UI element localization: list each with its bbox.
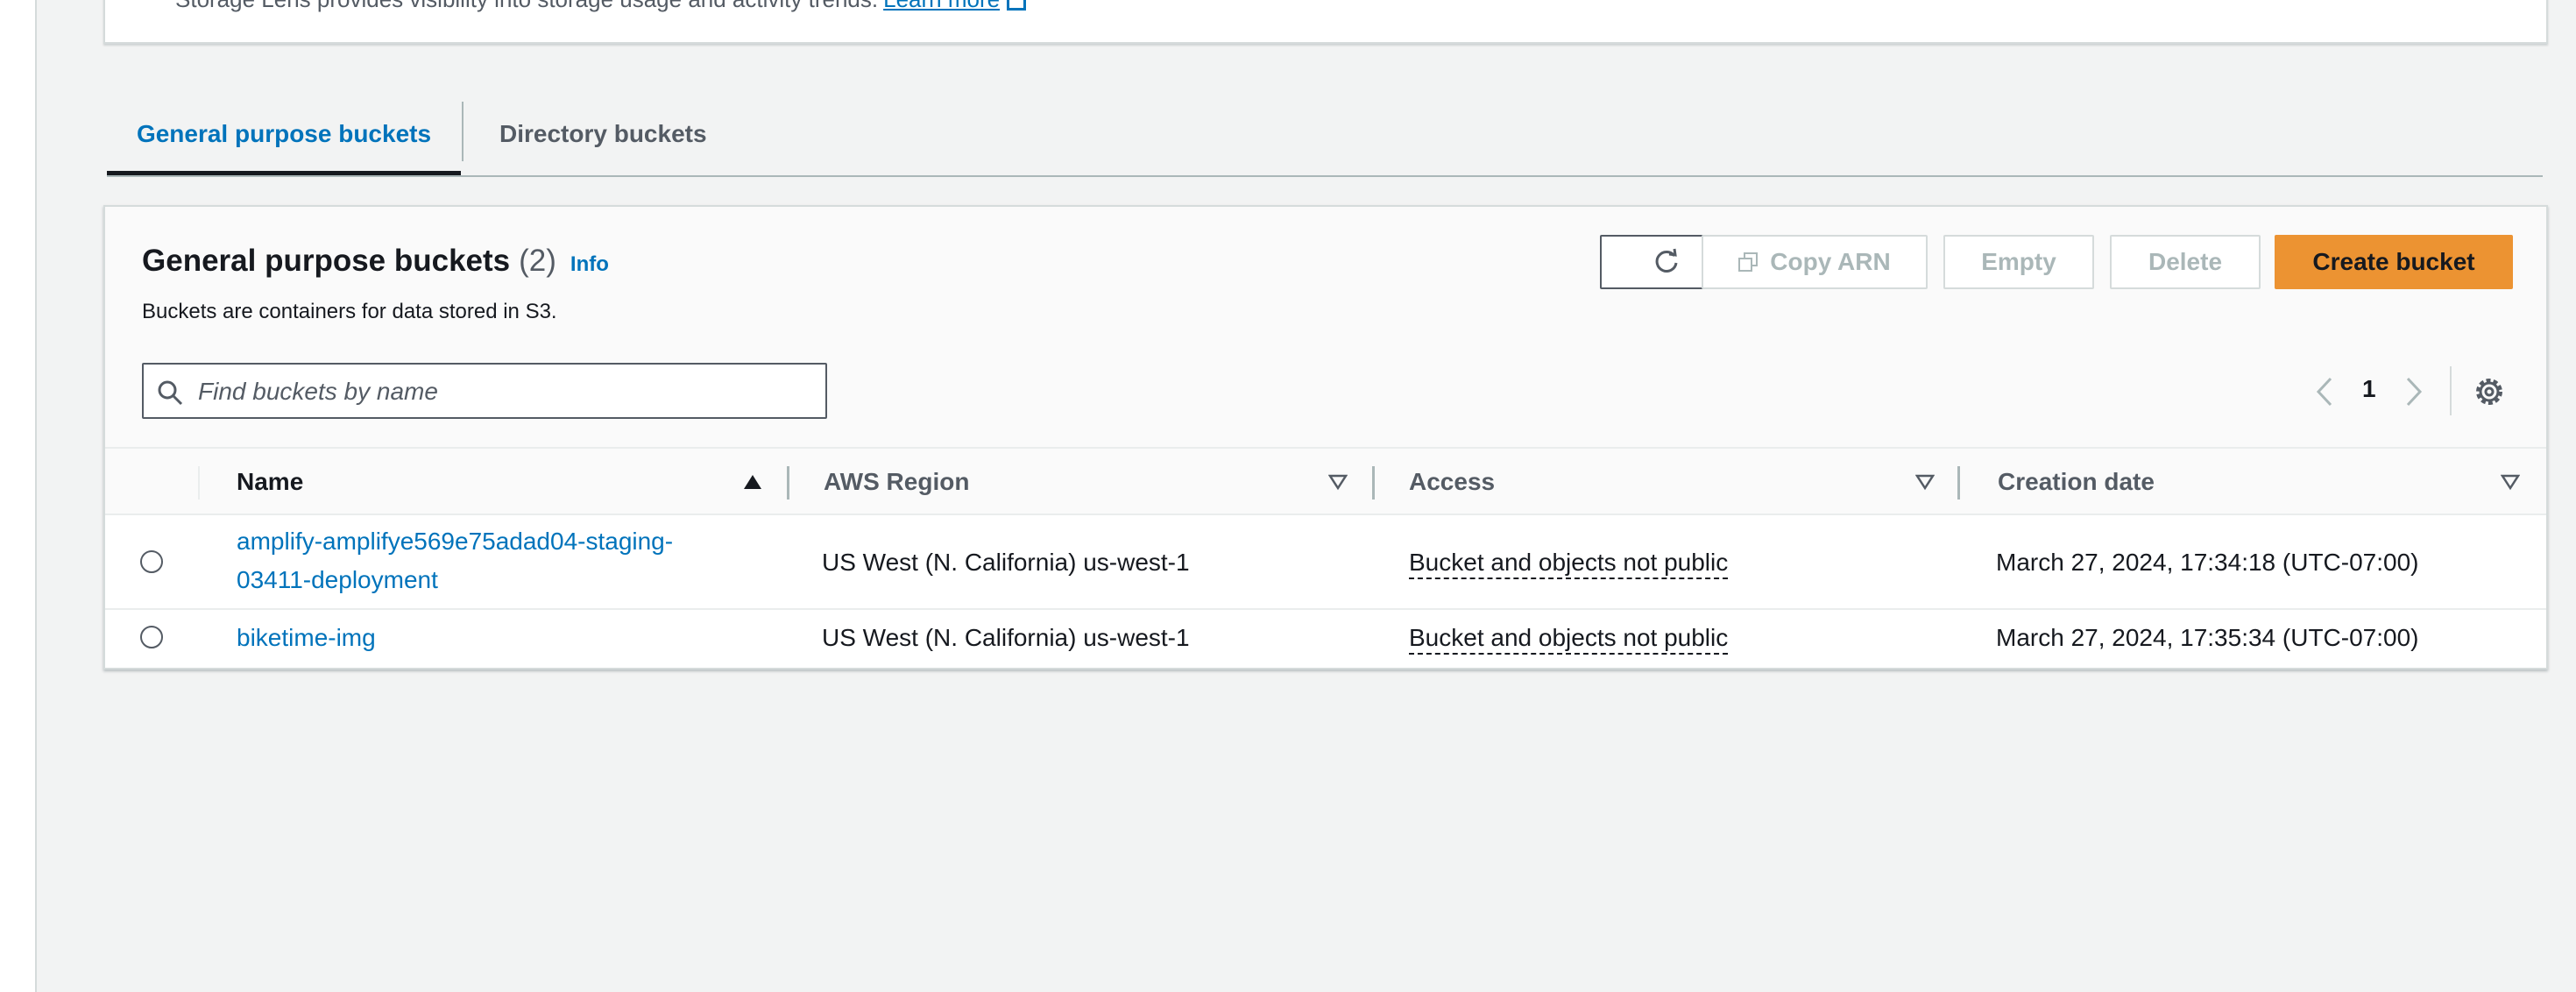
search-input[interactable] — [196, 370, 813, 414]
column-divider — [198, 466, 200, 500]
copy-icon — [1738, 252, 1759, 272]
bucket-region: US West (N. California) us-west-1 — [822, 624, 1190, 651]
copy-arn-button[interactable]: Copy ARN — [1702, 235, 1928, 289]
gear-icon[interactable] — [2471, 373, 2508, 410]
empty-button[interactable]: Empty — [1943, 235, 2094, 289]
access-status-text[interactable]: Bucket and objects not public — [1409, 548, 1729, 579]
bucket-access: Bucket and objects not public — [1409, 619, 1729, 657]
bucket-creation-date: March 27, 2024, 17:34:18 (UTC-07:00) — [1996, 549, 2419, 576]
bucket-count: (2) — [519, 244, 556, 278]
bucket-name-link[interactable]: amplify-amplifye569e75adad04-staging-034… — [237, 522, 727, 599]
bucket-creation-date: March 27, 2024, 17:35:34 (UTC-07:00) — [1996, 624, 2419, 651]
access-status-text[interactable]: Bucket and objects not public — [1409, 623, 1729, 655]
column-header-aws-region[interactable]: AWS Region — [824, 449, 969, 515]
row-select-radio[interactable] — [140, 626, 163, 648]
bucket-name-link[interactable]: biketime-img — [237, 619, 727, 657]
row-select-radio[interactable] — [140, 550, 163, 573]
tab-divider — [462, 102, 464, 161]
pagination-divider — [2450, 366, 2452, 415]
sort-icon[interactable] — [2501, 473, 2520, 491]
table-description: Buckets are containers for data stored i… — [142, 300, 557, 323]
bucket-access: Bucket and objects not public — [1409, 543, 1729, 582]
table-row[interactable]: amplify-amplifye569e75adad04-staging-034… — [105, 515, 2546, 610]
column-resizer[interactable] — [1957, 466, 1960, 500]
current-page-number[interactable]: 1 — [2362, 375, 2376, 403]
info-link[interactable]: Info — [570, 252, 609, 277]
next-page-icon[interactable] — [2396, 372, 2431, 412]
column-resizer[interactable] — [1372, 466, 1375, 500]
sort-icon[interactable] — [1915, 473, 1935, 491]
refresh-icon — [1655, 248, 1678, 273]
table-row[interactable]: biketime-img US West (N. California) us-… — [105, 610, 2546, 666]
sort-ascending-icon[interactable] — [743, 473, 762, 491]
search-icon — [158, 380, 183, 406]
storage-lens-panel: Storage Lens provides visibility into st… — [103, 0, 2548, 44]
table-header-area: General purpose buckets (2) Info Buckets… — [105, 207, 2546, 447]
bucket-type-tabs: General purpose buckets Directory bucket… — [107, 95, 2543, 177]
sort-icon[interactable] — [1328, 473, 1348, 491]
table-title-row: General purpose buckets (2) Info — [142, 244, 609, 279]
tab-directory-buckets[interactable]: Directory buckets — [464, 95, 707, 174]
column-resizer[interactable] — [787, 466, 789, 500]
left-navigation-rail — [0, 0, 37, 992]
previous-page-icon[interactable] — [2308, 372, 2343, 412]
storage-lens-text: Storage Lens provides visibility into st… — [175, 0, 878, 12]
search-field[interactable] — [142, 363, 827, 419]
column-header-name[interactable]: Name — [237, 449, 303, 515]
bucket-region: US West (N. California) us-west-1 — [822, 549, 1190, 576]
table-header-row: Name AWS Region Access Creation date — [105, 447, 2546, 515]
learn-more-link[interactable]: Learn more — [883, 0, 1000, 12]
tab-general-purpose-buckets[interactable]: General purpose buckets — [107, 95, 461, 175]
column-header-access[interactable]: Access — [1409, 449, 1495, 515]
delete-button[interactable]: Delete — [2110, 235, 2261, 289]
column-header-creation-date[interactable]: Creation date — [1998, 449, 2155, 515]
create-bucket-button[interactable]: Create bucket — [2275, 235, 2513, 289]
buckets-table-container: General purpose buckets (2) Info Buckets… — [103, 205, 2548, 670]
page-title: General purpose buckets — [142, 244, 511, 278]
storage-lens-description: Storage Lens provides visibility into st… — [175, 0, 1027, 13]
external-link-icon — [1007, 0, 1027, 11]
copy-arn-label: Copy ARN — [1770, 248, 1891, 275]
